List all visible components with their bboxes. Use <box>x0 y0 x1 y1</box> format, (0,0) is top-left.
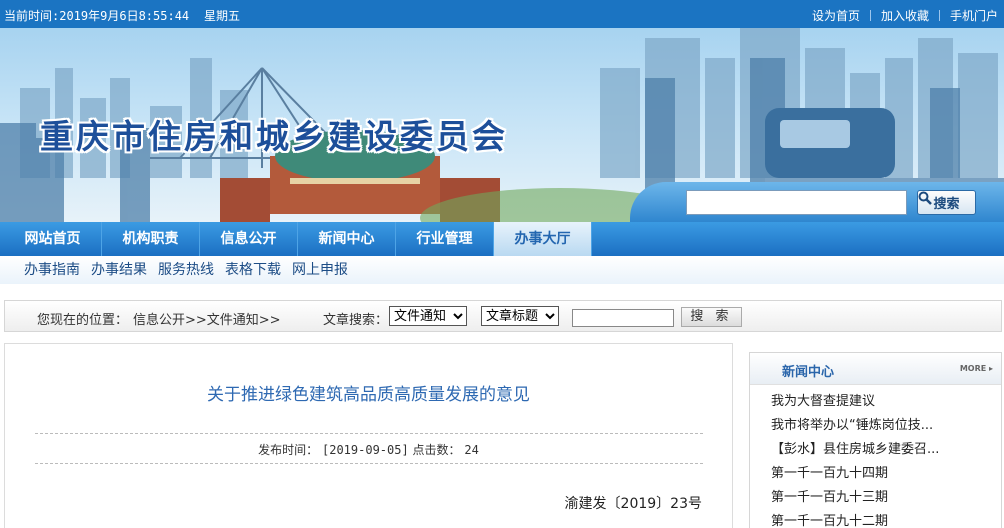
nav-service-hall[interactable]: 办事大厅 <box>494 222 592 256</box>
main-nav: 网站首页 机构职责 信息公开 新闻中心 行业管理 办事大厅 <box>0 222 1004 256</box>
search-icon <box>918 191 932 205</box>
publish-date: [2019-09-05] <box>322 443 409 457</box>
set-homepage-link[interactable]: 设为首页 <box>812 7 860 24</box>
article-search-button[interactable]: 搜 索 <box>681 307 742 327</box>
more-link[interactable]: MORE ▸ <box>960 364 993 373</box>
subnav-online-application[interactable]: 网上申报 <box>292 256 348 284</box>
top-links: 设为首页 加入收藏 手机门户 <box>812 7 998 24</box>
search-field-select[interactable]: 文章标题 <box>481 306 559 326</box>
site-title: 重庆市住房和城乡建设委员会 <box>40 117 508 156</box>
location-bar: 您现在的位置： 信息公开>>文件通知>> 文章搜索： 文件通知 文章标题 搜 索 <box>4 300 1002 332</box>
article-search-label: 文章搜索： <box>323 313 389 328</box>
site-search-input[interactable] <box>686 190 907 215</box>
news-center-box: 新闻中心 MORE ▸ 我为大督查提建议 我市将举办以“锤炼岗位技... 【彭水… <box>749 352 1002 528</box>
site-search-button-label: 搜索 <box>933 197 960 212</box>
mobile-portal-link[interactable]: 手机门户 <box>950 7 998 24</box>
publish-time-label: 发布时间： <box>258 443 319 457</box>
news-item[interactable]: 第一千一百九十二期 <box>771 510 1001 528</box>
current-time: 当前时间:2019年9月6日8:55:44 <box>4 9 190 23</box>
nav-news-center[interactable]: 新闻中心 <box>298 222 396 256</box>
article-search-input[interactable] <box>572 309 674 327</box>
subnav-form-download[interactable]: 表格下载 <box>225 256 281 284</box>
news-center-header: 新闻中心 MORE ▸ <box>750 353 1001 385</box>
document-number: 渝建发〔2019〕23号 <box>564 496 702 512</box>
news-item[interactable]: 第一千一百九十四期 <box>771 462 1001 486</box>
sub-nav: 办事指南 办事结果 服务热线 表格下载 网上申报 <box>0 256 1004 284</box>
subnav-results[interactable]: 办事结果 <box>91 256 147 284</box>
click-count: 24 <box>464 443 479 457</box>
add-favorite-link[interactable]: 加入收藏 <box>881 7 929 24</box>
clicks-label: 点击数： <box>412 443 461 457</box>
news-center-title[interactable]: 新闻中心 <box>782 361 834 380</box>
breadcrumb[interactable]: 信息公开>>文件通知>> <box>133 309 281 328</box>
subnav-hotline[interactable]: 服务热线 <box>158 256 214 284</box>
article-meta: 发布时间： [2019-09-05] 点击数： 24 <box>5 441 732 458</box>
news-item[interactable]: 第一千一百九十三期 <box>771 486 1001 510</box>
top-bar: 当前时间:2019年9月6日8:55:44 星期五 设为首页 加入收藏 手机门户 <box>0 0 1004 28</box>
nav-organization[interactable]: 机构职责 <box>102 222 200 256</box>
news-item[interactable]: 【彭水】县住房城乡建委召... <box>771 438 1001 462</box>
divider <box>869 10 871 21</box>
news-item[interactable]: 我为大督查提建议 <box>771 390 1001 414</box>
article-panel: 关于推进绿色建筑高品质高质量发展的意见 发布时间： [2019-09-05] 点… <box>4 343 733 528</box>
news-item[interactable]: 我市将举办以“锤炼岗位技... <box>771 414 1001 438</box>
subnav-guide[interactable]: 办事指南 <box>24 256 80 284</box>
location-label: 您现在的位置： <box>37 313 129 328</box>
nav-home[interactable]: 网站首页 <box>4 222 102 256</box>
weekday: 星期五 <box>204 9 241 23</box>
divider <box>35 463 703 464</box>
header-banner: 重庆市住房和城乡建设委员会 搜索 <box>0 28 1004 222</box>
divider <box>938 10 940 21</box>
article-title: 关于推进绿色建筑高品质高质量发展的意见 <box>207 385 530 405</box>
nav-info-disclosure[interactable]: 信息公开 <box>200 222 298 256</box>
site-search-button[interactable]: 搜索 <box>917 190 976 215</box>
news-list: 我为大督查提建议 我市将举办以“锤炼岗位技... 【彭水】县住房城乡建委召...… <box>750 385 1001 528</box>
divider <box>35 433 703 434</box>
site-search: 搜索 <box>630 182 1004 222</box>
nav-industry-management[interactable]: 行业管理 <box>396 222 494 256</box>
category-select[interactable]: 文件通知 <box>389 306 467 326</box>
